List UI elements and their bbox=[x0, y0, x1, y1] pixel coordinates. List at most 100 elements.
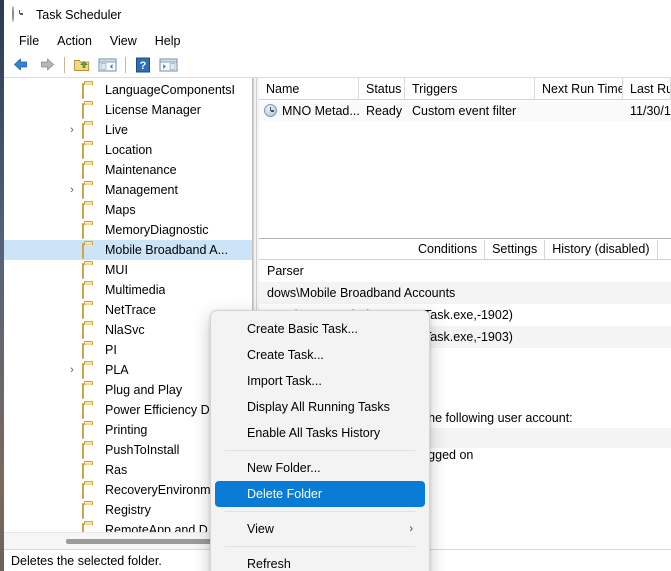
folder-icon bbox=[82, 222, 98, 239]
tree-item[interactable]: Mobile Broadband A... bbox=[4, 240, 252, 260]
column-header[interactable]: Status bbox=[359, 78, 405, 99]
tree-item-label: Maps bbox=[105, 203, 136, 217]
column-header[interactable]: Name bbox=[259, 78, 359, 99]
tree-item-label: Management bbox=[105, 183, 178, 197]
folder-icon bbox=[82, 122, 98, 139]
context-menu-item[interactable]: Create Basic Task... bbox=[215, 316, 425, 342]
folder-icon bbox=[82, 142, 98, 159]
task-scheduler-window: Task Scheduler File Action View Help ? L… bbox=[4, 0, 671, 571]
context-menu-item-label: Enable All Tasks History bbox=[247, 426, 381, 440]
menu-separator bbox=[225, 546, 415, 547]
clock-icon bbox=[12, 6, 28, 23]
context-menu-item[interactable]: Refresh bbox=[215, 551, 425, 571]
context-menu-item-label: New Folder... bbox=[247, 461, 321, 475]
context-menu-item[interactable]: Import Task... bbox=[215, 368, 425, 394]
detail-location-value: dows\Mobile Broadband Accounts bbox=[267, 286, 456, 300]
up-one-level-button[interactable] bbox=[70, 54, 94, 76]
tree-item-label: Maintenance bbox=[105, 163, 177, 177]
tree-hscroll-thumb[interactable] bbox=[66, 538, 221, 544]
menu-bar: File Action View Help bbox=[4, 30, 671, 52]
folder-icon bbox=[82, 522, 98, 532]
context-menu-item-label: Create Basic Task... bbox=[247, 322, 358, 336]
show-hide-action-pane-button[interactable] bbox=[156, 54, 180, 76]
show-hide-console-tree-button[interactable] bbox=[95, 54, 119, 76]
toolbar-separator-1 bbox=[64, 56, 65, 73]
folder-up-icon bbox=[74, 59, 90, 71]
tree-item-label: RemoteApp and D bbox=[105, 523, 208, 532]
detail-tab[interactable]: Settings bbox=[485, 240, 546, 259]
context-menu-item[interactable]: Delete Folder bbox=[215, 481, 425, 507]
context-menu-item-label: View bbox=[247, 522, 274, 536]
tree-item[interactable]: Multimedia bbox=[4, 280, 252, 300]
context-menu-item[interactable]: View › bbox=[215, 516, 425, 542]
task-clock-icon bbox=[264, 104, 277, 117]
column-header[interactable]: Last Run Tir bbox=[623, 78, 671, 99]
svg-text:?: ? bbox=[140, 60, 147, 72]
context-menu-item-label: Refresh bbox=[247, 557, 291, 571]
task-list: NameStatusTriggersNext Run TimeLast Run … bbox=[259, 78, 671, 239]
toolbar-separator-2 bbox=[125, 56, 126, 73]
tree-item-label: Multimedia bbox=[105, 283, 166, 297]
menu-action[interactable]: Action bbox=[48, 32, 101, 50]
status-bar-text: Deletes the selected folder. bbox=[11, 553, 162, 568]
context-menu-item[interactable]: New Folder... bbox=[215, 455, 425, 481]
context-menu-item[interactable]: Display All Running Tasks bbox=[215, 394, 425, 420]
context-menu-item-label: Import Task... bbox=[247, 374, 322, 388]
detail-name-value: Parser bbox=[267, 264, 304, 278]
context-menu-item[interactable]: Enable All Tasks History bbox=[215, 420, 425, 446]
chevron-right-icon[interactable]: › bbox=[66, 364, 78, 376]
folder-icon bbox=[82, 402, 98, 419]
tree-item-label: RecoveryEnvironm bbox=[105, 483, 211, 497]
folder-icon bbox=[82, 162, 98, 179]
tree-item[interactable]: Maps bbox=[4, 200, 252, 220]
tree-item[interactable]: MemoryDiagnostic bbox=[4, 220, 252, 240]
context-menu-item-label: Delete Folder bbox=[247, 487, 323, 501]
task-name-cell: MNO Metad... bbox=[259, 100, 359, 121]
tree-item[interactable]: › Management bbox=[4, 180, 252, 200]
tree-item-label: Ras bbox=[105, 463, 128, 477]
detail-tab[interactable]: Conditions bbox=[411, 240, 486, 259]
tree-item[interactable]: Maintenance bbox=[4, 160, 252, 180]
detail-tab[interactable]: History (disabled) bbox=[545, 240, 658, 259]
tree-item[interactable]: › Live bbox=[4, 120, 252, 140]
tree-item[interactable]: License Manager bbox=[4, 100, 252, 120]
tree-item-label: License Manager bbox=[105, 103, 201, 117]
task-list-header: NameStatusTriggersNext Run TimeLast Run … bbox=[259, 78, 671, 100]
tree-item-label: NlaSvc bbox=[105, 323, 145, 337]
tree-item-label: MUI bbox=[105, 263, 128, 277]
tree-item-label: Mobile Broadband A... bbox=[105, 243, 228, 257]
column-header[interactable]: Triggers bbox=[405, 78, 535, 99]
folder-icon bbox=[82, 362, 98, 379]
tree-item-label: PushToInstall bbox=[105, 443, 180, 457]
task-status-cell: Ready bbox=[366, 103, 403, 118]
column-header[interactable]: Next Run Time bbox=[535, 78, 623, 99]
arrow-right-icon bbox=[40, 58, 54, 71]
tree-item[interactable]: MUI bbox=[4, 260, 252, 280]
detail-tab-strip[interactable]: Conditions Settings History (disabled) bbox=[259, 239, 671, 260]
forward-button[interactable] bbox=[34, 54, 58, 76]
tree-item-label: PI bbox=[105, 343, 117, 357]
help-button[interactable]: ? bbox=[131, 54, 155, 76]
tree-item-label: Registry bbox=[105, 503, 151, 517]
tree-item[interactable]: LanguageComponentsI bbox=[4, 80, 252, 100]
tree-item[interactable]: Location bbox=[4, 140, 252, 160]
tree-item-label: LanguageComponentsI bbox=[105, 83, 235, 97]
context-menu-item[interactable]: Create Task... bbox=[215, 342, 425, 368]
tree-item-label: NetTrace bbox=[105, 303, 156, 317]
folder-icon bbox=[82, 482, 98, 499]
tree-item-label: PLA bbox=[105, 363, 129, 377]
menu-help[interactable]: Help bbox=[146, 32, 190, 50]
back-button[interactable] bbox=[9, 54, 33, 76]
menu-file[interactable]: File bbox=[10, 32, 48, 50]
folder-context-menu[interactable]: Create Basic Task... Create Task... Import… bbox=[210, 310, 430, 571]
chevron-right-icon[interactable]: › bbox=[66, 184, 78, 196]
folder-icon bbox=[82, 82, 98, 99]
question-mark-icon: ? bbox=[136, 57, 150, 72]
chevron-right-icon[interactable]: › bbox=[66, 124, 78, 136]
task-list-rows[interactable]: MNO Metad... Ready Custom event filter 11/3… bbox=[259, 100, 671, 238]
tree-item-label: Plug and Play bbox=[105, 383, 183, 397]
folder-icon bbox=[82, 182, 98, 199]
table-row[interactable]: MNO Metad... Ready Custom event filter 11/3… bbox=[259, 100, 671, 121]
detail-location-row: dows\Mobile Broadband Accounts bbox=[259, 282, 671, 304]
menu-view[interactable]: View bbox=[101, 32, 146, 50]
